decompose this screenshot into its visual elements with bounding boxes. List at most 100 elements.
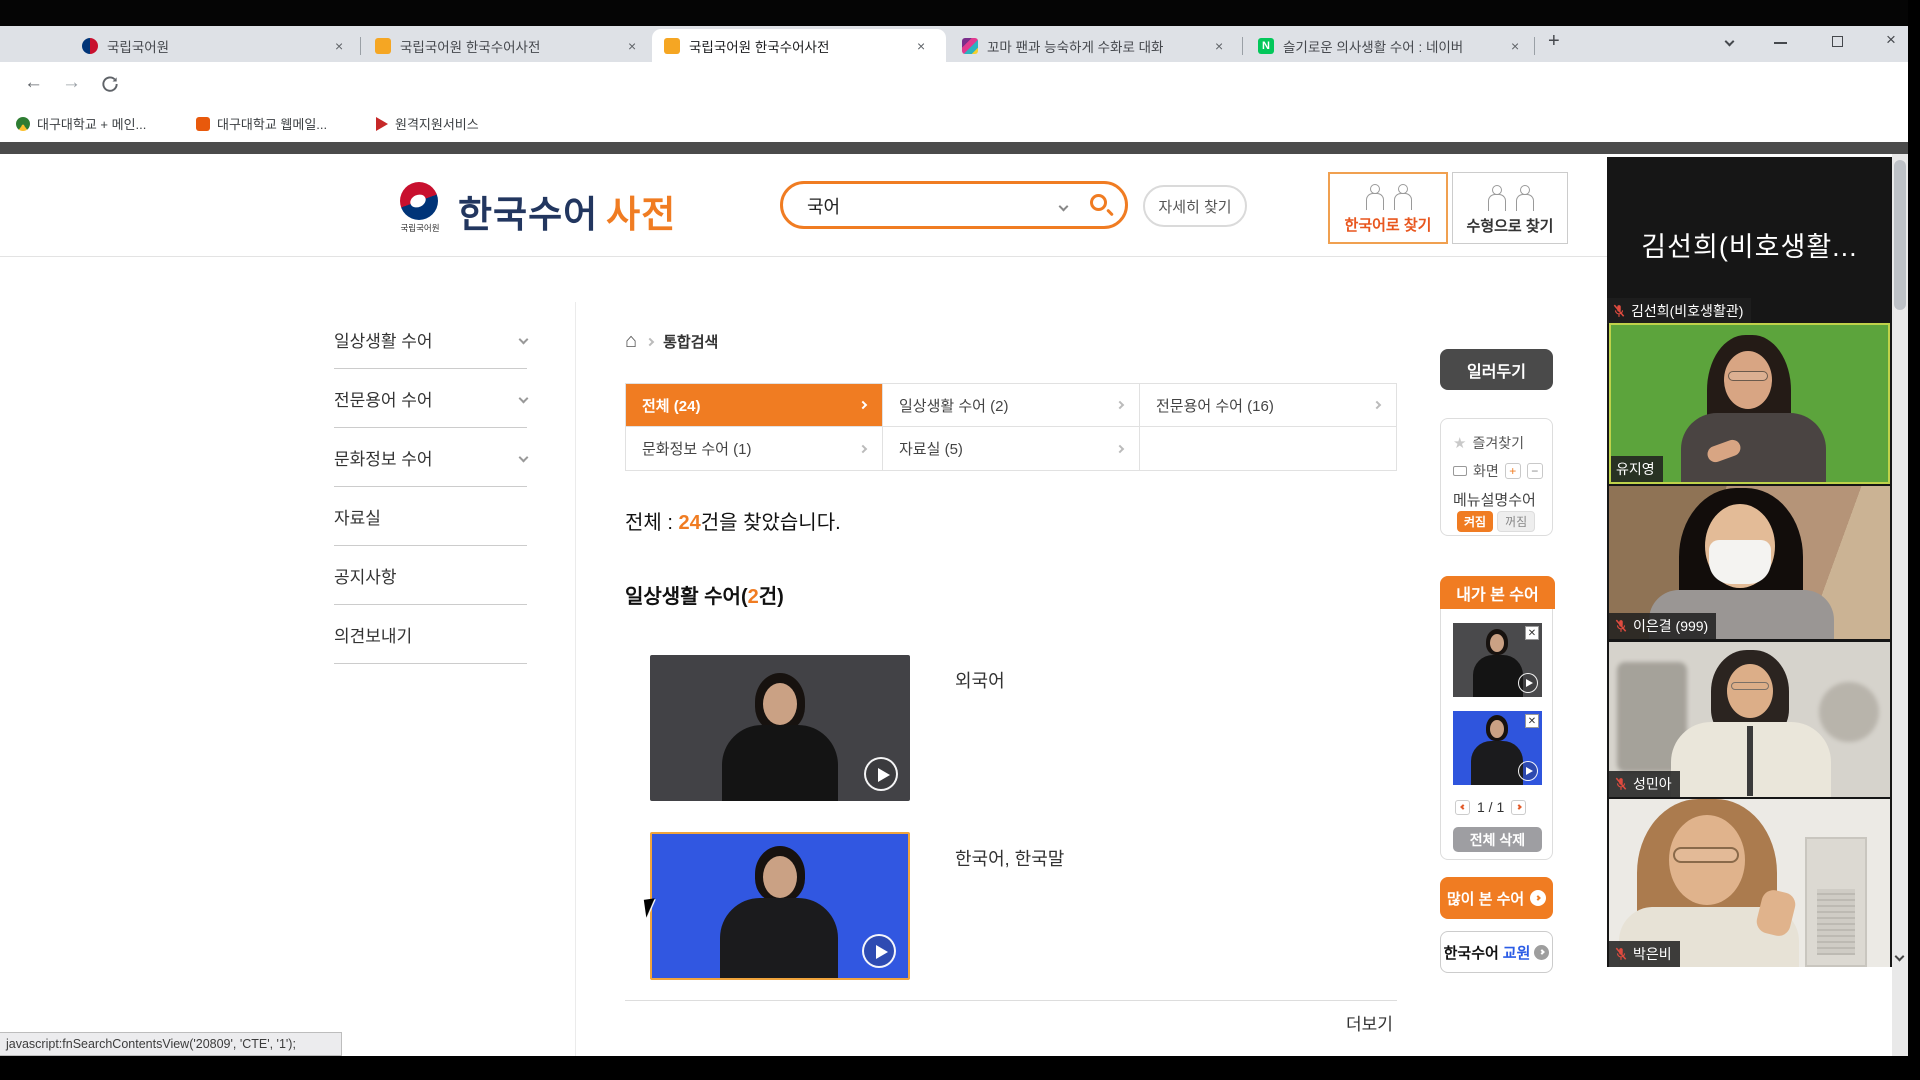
reload-button[interactable] <box>100 74 120 94</box>
result-tab-all[interactable]: 전체 (24) <box>626 384 883 427</box>
search-dropdown-caret-icon[interactable] <box>1059 202 1069 212</box>
person-face <box>1490 720 1504 738</box>
more-button[interactable]: 더보기 <box>1346 1010 1393 1035</box>
screen: 국립국어원 × 국립국어원 한국수어사전 × 국립국어원 한국수어사전 × 꼬마… <box>0 0 1920 1080</box>
participant-name: 성민아 <box>1633 774 1672 794</box>
bookmark-item-1[interactable]: 대구대학교 + 메인... <box>16 114 146 133</box>
participant-video-leeeungyeol[interactable]: 이은결 (999) <box>1609 486 1890 639</box>
popular-signs-button[interactable]: 많이 본 수어 <box>1440 877 1553 919</box>
participant-name: 유지영 <box>1616 459 1655 479</box>
browser-tab-1[interactable]: 국립국어원 × <box>70 29 356 62</box>
viewed-thumbnail-1[interactable]: ✕ <box>1453 623 1542 697</box>
person-face <box>763 856 797 898</box>
person-body <box>1471 741 1523 785</box>
participant-name: 김선희(비호생활관) <box>1631 301 1743 321</box>
tab-close-icon[interactable]: × <box>335 38 343 54</box>
badge-main-label: 한국수어 <box>1444 942 1499 963</box>
forward-button[interactable]: → <box>62 72 81 94</box>
sign-teacher-badge[interactable]: 한국수어교원 <box>1440 931 1553 973</box>
tab-close-icon[interactable]: × <box>1215 38 1223 54</box>
tab-separator <box>360 37 361 55</box>
window-minimize-button[interactable] <box>1774 42 1787 44</box>
play-button[interactable] <box>1518 673 1538 693</box>
sidebar-item-daily-sign[interactable]: 일상생활 수어 <box>334 310 527 369</box>
bookmark-label: 원격지원서비스 <box>395 114 479 133</box>
toggle-on-button[interactable]: 켜짐 <box>1457 511 1493 532</box>
summary-suffix: 건을 찾았습니다. <box>701 512 841 534</box>
browser-tab-5[interactable]: N 슬기로운 의사생활 수어 : 네이버 × <box>1246 29 1532 62</box>
search-input[interactable] <box>805 192 1035 220</box>
play-button[interactable] <box>1518 761 1538 781</box>
remove-thumbnail-button[interactable]: ✕ <box>1525 626 1539 640</box>
play-button[interactable] <box>864 757 898 791</box>
browser-tab-3-active[interactable]: 국립국어원 한국수어사전 × <box>652 29 946 62</box>
page-next-button[interactable] <box>1511 800 1526 815</box>
section-count: 2 <box>748 586 759 608</box>
sidebar-item-archive[interactable]: 자료실 <box>334 487 527 546</box>
tab-close-icon[interactable]: × <box>917 38 925 54</box>
window-close-button[interactable]: × <box>1886 30 1896 50</box>
search-by-handshape-button[interactable]: 수형으로 찾기 <box>1452 172 1568 244</box>
result-title-2[interactable]: 한국어, 한국말 <box>955 845 1064 871</box>
scrollbar-thumb[interactable] <box>1894 160 1906 310</box>
remove-thumbnail-button[interactable]: ✕ <box>1525 714 1539 728</box>
bookmark-item-3[interactable]: 원격지원서비스 <box>376 114 479 133</box>
content-divider <box>575 302 576 1080</box>
section-prefix: 일상생활 수어( <box>625 586 748 608</box>
tab-search-chevron-icon[interactable] <box>1725 37 1735 47</box>
new-tab-button[interactable]: + <box>1548 30 1560 53</box>
result-tab-terminology[interactable]: 전문용어 수어 (16) <box>1140 384 1396 427</box>
home-icon[interactable]: ⌂ <box>625 330 637 353</box>
browser-tab-4[interactable]: 꼬마 팬과 능숙하게 수화로 대화 × <box>950 29 1240 62</box>
result-video-thumbnail-1[interactable] <box>650 655 910 801</box>
clear-all-button[interactable]: 전체 삭제 <box>1453 827 1542 852</box>
page-top-border <box>0 142 1920 154</box>
guide-button[interactable]: 일러두기 <box>1440 349 1553 390</box>
sidebar-item-terminology-sign[interactable]: 전문용어 수어 <box>334 369 527 428</box>
tab4-favicon <box>962 38 978 54</box>
play-button[interactable] <box>862 934 896 968</box>
page-prev-button[interactable] <box>1455 800 1470 815</box>
result-title-1[interactable]: 외국어 <box>955 667 1005 693</box>
bookmark-item-2[interactable]: 대구대학교 웹메일... <box>196 114 327 133</box>
tab-close-icon[interactable]: × <box>1511 38 1519 54</box>
detail-search-button[interactable]: 자세히 찾기 <box>1143 185 1247 227</box>
participant-video-yujiyoung[interactable]: 유지영 <box>1609 323 1890 484</box>
search-by-korean-button[interactable]: 한국어로 찾기 <box>1328 172 1448 244</box>
result-video-thumbnail-2[interactable] <box>650 832 910 980</box>
sidebar-item-notice[interactable]: 공지사항 <box>334 546 527 605</box>
browser-tab-2[interactable]: 국립국어원 한국수어사전 × <box>363 29 649 62</box>
result-tab-culture[interactable]: 문화정보 수어 (1) <box>626 427 883 470</box>
mic-muted-icon <box>1612 304 1626 318</box>
participant-video-seongmina[interactable]: 성민아 <box>1609 642 1890 797</box>
letterbox-right <box>1908 0 1920 1080</box>
participant-video-parkeunbi[interactable]: 박은비 <box>1609 799 1890 967</box>
window-maximize-button[interactable] <box>1832 36 1843 47</box>
breadcrumb-current: 통합검색 <box>663 331 718 352</box>
menu-sign-option: 메뉴설명수어 <box>1453 489 1536 510</box>
participant-name-label: 유지영 <box>1611 456 1663 482</box>
participant-name-label: 박은비 <box>1609 941 1680 967</box>
person-body <box>1681 413 1826 484</box>
toggle-off-button[interactable]: 꺼짐 <box>1497 511 1535 532</box>
sidebar-item-culture-sign[interactable]: 문화정보 수어 <box>334 428 527 487</box>
sidebar-item-feedback[interactable]: 의견보내기 <box>334 605 527 664</box>
back-button[interactable]: ← <box>24 72 43 94</box>
page-options-box: ★ 즐겨찾기 화면 + − 메뉴설명수어 켜짐 꺼짐 <box>1440 418 1553 536</box>
tab-title: 슬기로운 의사생활 수어 : 네이버 <box>1283 36 1501 56</box>
badge-accent-label: 교원 <box>1503 942 1531 963</box>
viewed-thumbnail-2[interactable]: ✕ <box>1453 711 1542 785</box>
tab5-favicon-naver: N <box>1258 38 1274 54</box>
search-magnifier-icon[interactable] <box>1090 194 1107 211</box>
chevron-right-icon <box>1116 401 1124 409</box>
zoom-in-button[interactable]: + <box>1505 463 1521 479</box>
result-tab-archive[interactable]: 자료실 (5) <box>883 427 1140 470</box>
tab-title: 국립국어원 한국수어사전 <box>689 36 907 56</box>
site-title[interactable]: 한국수어 사전 <box>458 184 676 238</box>
menu-label: 전문용어 수어 <box>334 386 433 411</box>
result-tab-daily[interactable]: 일상생활 수어 (2) <box>883 384 1140 427</box>
zoom-out-button[interactable]: − <box>1527 463 1543 479</box>
tab-close-icon[interactable]: × <box>628 38 636 54</box>
favorites-option[interactable]: ★ 즐겨찾기 <box>1453 433 1524 453</box>
chevron-right-icon <box>1535 895 1541 901</box>
